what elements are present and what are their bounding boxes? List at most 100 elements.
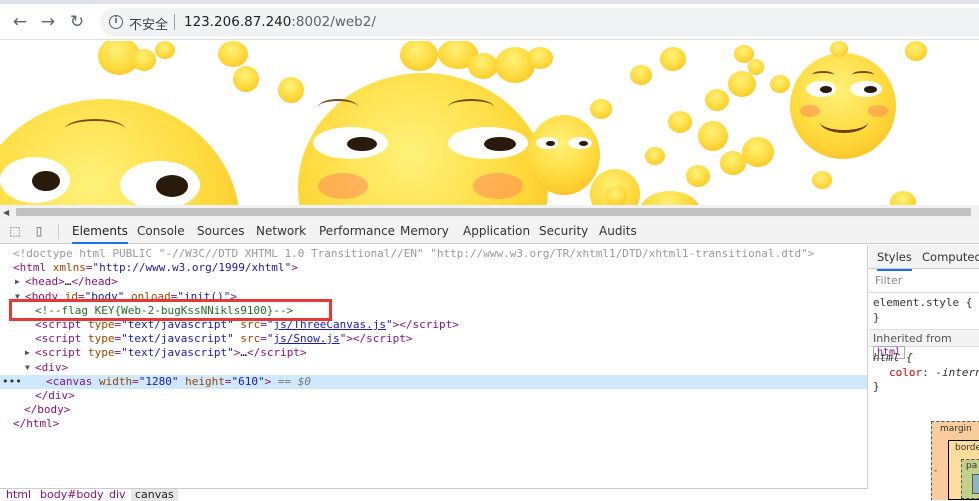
- html-rule-declaration[interactable]: color: -interna: [889, 366, 979, 379]
- elements-panel: <!doctype html PUBLIC "-//W3C//DTD XHTML…: [0, 245, 868, 488]
- emoji-face: [812, 171, 832, 189]
- html-xmlns-value: http://www.w3.org/1999/xhtml: [99, 261, 285, 274]
- emoji-face: [590, 99, 612, 119]
- box-model-border-label: borde: [955, 443, 979, 453]
- dom-script-inline[interactable]: ▶ <script type="text/javascript">…</scrip…: [25, 346, 867, 360]
- forward-arrow-icon[interactable]: →: [38, 12, 58, 32]
- emoji-face: [527, 47, 553, 69]
- emoji-face: [640, 191, 700, 205]
- inherited-label: Inherited from: [873, 332, 952, 345]
- emoji-face: [660, 47, 686, 71]
- browser-toolbar: ← → ↻ i 不安全 123.206.87.240:8002/web2/: [0, 4, 979, 40]
- more-actions-icon[interactable]: •••: [2, 375, 22, 389]
- emoji-face: [400, 41, 438, 71]
- styles-tabbar: Styles Computed: [869, 245, 979, 271]
- dom-breadcrumb: html body#body div canvas: [0, 488, 868, 501]
- emoji-face: [298, 73, 548, 205]
- canvas-width: 1280: [145, 375, 172, 388]
- box-model-margin-label: margin: [940, 424, 972, 434]
- canvas-height: 610: [238, 375, 258, 388]
- horizontal-scrollbar[interactable]: ◀: [0, 205, 979, 219]
- url-text[interactable]: 123.206.87.240:8002/web2/: [184, 14, 376, 30]
- html-rule-close: }: [873, 380, 880, 393]
- emoji-face: [528, 115, 600, 195]
- breadcrumb-div[interactable]: div: [109, 489, 126, 501]
- box-model-padding: pa: [961, 459, 979, 499]
- script2-type: text/javascript: [127, 332, 228, 345]
- dom-canvas-selected[interactable]: ••• <canvas width="1280" height="610"> ==…: [0, 375, 867, 390]
- styles-filter-input[interactable]: Filter: [869, 269, 979, 293]
- dom-script-snow[interactable]: <script type="text/javascript" src="js/S…: [35, 332, 867, 346]
- tab-security[interactable]: Security: [539, 219, 588, 244]
- element-style-rule[interactable]: element.style {: [873, 296, 972, 309]
- url-separator: [174, 14, 175, 30]
- dom-div-close[interactable]: </div>: [35, 389, 867, 403]
- reload-icon[interactable]: ↻: [67, 12, 87, 32]
- html-rule-value: -interna: [935, 366, 979, 379]
- emoji-face: [605, 186, 627, 205]
- tab-console[interactable]: Console: [137, 219, 185, 244]
- inspect-element-icon[interactable]: ⬚: [8, 224, 22, 238]
- breadcrumb-canvas[interactable]: canvas: [131, 489, 178, 501]
- device-toolbar-icon[interactable]: ▯: [32, 224, 46, 238]
- emoji-face: [890, 191, 916, 205]
- tab-elements[interactable]: Elements: [72, 219, 128, 244]
- dom-div-open[interactable]: ▼ <div>: [25, 361, 867, 375]
- tab-application[interactable]: Application: [463, 219, 530, 244]
- emoji-face: [742, 137, 774, 167]
- box-model-diagram: margin - borde pa: [931, 421, 979, 500]
- element-style-close: }: [873, 311, 880, 324]
- inherited-header: Inherited from html: [869, 329, 979, 359]
- emoji-face: [132, 49, 156, 71]
- emoji-face: [830, 41, 848, 57]
- emoji-face: [645, 147, 665, 165]
- emoji-face: [905, 41, 927, 61]
- devtools-tabbar: ⬚ ▯ Elements Console Sources Network Perform…: [0, 219, 979, 244]
- tab-styles[interactable]: Styles: [877, 245, 912, 271]
- tab-sources[interactable]: Sources: [197, 219, 244, 244]
- tab-network[interactable]: Network: [256, 219, 306, 244]
- script3-type: text/javascript: [127, 346, 228, 359]
- script2-src-link[interactable]: js/Snow.js: [273, 332, 339, 345]
- dom-html-close[interactable]: </html>: [13, 417, 867, 431]
- dom-html-open[interactable]: <html xmlns="http://www.w3.org/1999/xhtm…: [13, 261, 867, 275]
- emoji-face: [705, 89, 729, 111]
- html-rule-selector[interactable]: html {: [873, 351, 913, 364]
- flag-highlight-box: [9, 299, 332, 321]
- breadcrumb-html[interactable]: html: [6, 489, 31, 501]
- emoji-face: [720, 151, 746, 175]
- info-icon[interactable]: i: [109, 15, 123, 29]
- toolbar-divider: [58, 224, 59, 239]
- back-arrow-icon[interactable]: ←: [10, 12, 30, 32]
- url-path: :8002/web2/: [291, 14, 376, 30]
- tab-audits[interactable]: Audits: [599, 219, 637, 244]
- emoji-face: [686, 165, 710, 187]
- emoji-face: [278, 77, 304, 103]
- page-canvas[interactable]: [0, 41, 979, 205]
- emoji-face: [748, 59, 764, 75]
- breadcrumb-body[interactable]: body#body: [40, 489, 104, 501]
- tab-performance[interactable]: Performance: [319, 219, 395, 244]
- doctype-text: <!doctype html PUBLIC "-//W3C//DTD XHTML…: [13, 247, 815, 260]
- expand-triangle-icon[interactable]: ▶: [15, 275, 20, 289]
- dom-doctype[interactable]: <!doctype html PUBLIC "-//W3C//DTD XHTML…: [13, 247, 867, 261]
- emoji-face: [790, 53, 896, 159]
- expand-triangle-icon[interactable]: ▶: [25, 346, 30, 360]
- dom-body-close[interactable]: </body>: [24, 403, 867, 417]
- address-bar[interactable]: i 不安全 123.206.87.240:8002/web2/: [100, 8, 979, 36]
- emoji-face: [468, 53, 498, 79]
- emoji-face: [218, 41, 248, 67]
- dom-head[interactable]: ▶ <head>…</head>: [13, 275, 867, 289]
- emoji-face: [728, 71, 756, 97]
- emoji-face: [698, 121, 728, 151]
- emoji-face: [233, 66, 259, 92]
- collapse-triangle-icon[interactable]: ▼: [25, 361, 30, 375]
- styles-pane: Styles Computed Filter element.style { }…: [869, 245, 979, 500]
- scroll-left-icon[interactable]: ◀: [3, 208, 9, 217]
- tab-computed[interactable]: Computed: [922, 245, 979, 269]
- tab-memory[interactable]: Memory: [400, 219, 449, 244]
- insecure-label: 不安全: [129, 18, 169, 33]
- selected-marker: == $0: [277, 375, 311, 388]
- box-model-content: [972, 474, 979, 494]
- scroll-thumb[interactable]: [16, 208, 971, 216]
